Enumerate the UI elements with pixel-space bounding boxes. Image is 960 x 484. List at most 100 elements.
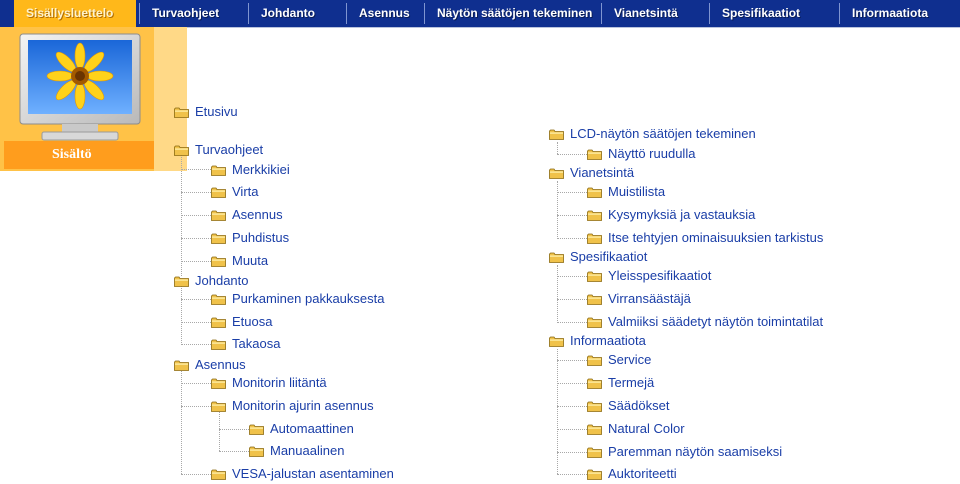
- folder-icon: [211, 469, 226, 480]
- tree-connector: [181, 344, 211, 345]
- folder-icon: [549, 129, 564, 140]
- folder-icon: [587, 294, 602, 305]
- folder-icon: [587, 271, 602, 282]
- tree-item-label: Yleisspesifikaatiot: [608, 268, 712, 283]
- tree-connector: [557, 474, 587, 475]
- tree-connector: [181, 383, 211, 384]
- tree-connector: [557, 349, 558, 474]
- tree-connector: [219, 429, 249, 430]
- tree-item-label: Muuta: [232, 253, 269, 268]
- tree-connector: [557, 299, 587, 300]
- tree-item-label: Spesifikaatiot: [570, 249, 648, 264]
- nav-tab-contents[interactable]: Sisällysluettelo: [14, 0, 136, 27]
- tree-connector: [557, 181, 558, 239]
- folder-icon: [587, 355, 602, 366]
- nav-tab-information[interactable]: Informaatiota: [840, 0, 960, 27]
- tree-connector: [557, 142, 558, 154]
- folder-icon: [587, 210, 602, 221]
- tree-item-label: Valmiiksi säädetyt näytön toimintatilat: [608, 314, 824, 329]
- tree-item-label: Etusivu: [195, 104, 238, 119]
- tree-item-label: Natural Color: [608, 421, 685, 436]
- tree-connector: [181, 282, 182, 345]
- tree-item-label: Manuaalinen: [270, 443, 345, 458]
- nav-tab-safety[interactable]: Turvaohjeet: [140, 0, 247, 27]
- tree-item-label: VESA-jalustan asentaminen: [232, 466, 394, 481]
- tree-item-label: Monitorin ajurin asennus: [232, 398, 374, 413]
- tree-item-label: Näyttö ruudulla: [608, 146, 696, 161]
- tree-connector: [557, 192, 587, 193]
- folder-icon: [174, 276, 189, 287]
- folder-icon: [174, 107, 189, 118]
- tree-connector: [181, 299, 211, 300]
- monitor-sunflower-icon: [19, 33, 141, 141]
- folder-icon: [587, 317, 602, 328]
- folder-icon: [211, 165, 226, 176]
- tree-connector: [557, 276, 587, 277]
- folder-icon: [174, 360, 189, 371]
- tree-connector: [557, 406, 587, 407]
- folder-icon: [549, 252, 564, 263]
- folder-icon: [211, 378, 226, 389]
- tree-item-label: Paremman näytön saamiseksi: [608, 444, 783, 459]
- tree-item-label: Vianetsintä: [570, 165, 635, 180]
- tree-item-label: Purkaminen pakkauksesta: [232, 291, 385, 306]
- folder-icon: [211, 339, 226, 350]
- nav-tab-setup[interactable]: Asennus: [347, 0, 423, 27]
- tree-connector: [557, 322, 587, 323]
- nav-tab-adjusting-display[interactable]: Näytön säätöjen tekeminen: [425, 0, 600, 27]
- nav-tab-introduction[interactable]: Johdanto: [249, 0, 345, 27]
- tree-item-label: Etuosa: [232, 314, 273, 329]
- nav-tab-troubleshooting[interactable]: Vianetsintä: [602, 0, 708, 27]
- header-label: Sisältö: [4, 141, 154, 169]
- tree-connector: [557, 265, 558, 323]
- tree-item-label: Asennus: [195, 357, 246, 372]
- tree-connector: [181, 215, 211, 216]
- folder-icon: [587, 378, 602, 389]
- folder-icon: [249, 446, 264, 457]
- tree-item-label: Asennus: [232, 207, 283, 222]
- top-navigation-bar: Sisällysluettelo Turvaohjeet Johdanto As…: [0, 0, 960, 28]
- tree-item-label: Kysymyksiä ja vastauksia: [608, 207, 756, 222]
- folder-icon: [587, 187, 602, 198]
- tree-item-label: Johdanto: [195, 273, 249, 288]
- folder-icon: [211, 294, 226, 305]
- tree-item-label: Merkkikiei: [232, 162, 290, 177]
- folder-icon: [549, 168, 564, 179]
- tree-item-label: Turvaohjeet: [195, 142, 264, 157]
- folder-icon: [174, 145, 189, 156]
- tree-connector: [557, 360, 587, 361]
- folder-icon: [211, 256, 226, 267]
- tree-connector: [181, 238, 211, 239]
- tree-connector: [181, 261, 211, 262]
- nav-tab-specifications[interactable]: Spesifikaatiot: [710, 0, 838, 27]
- tree-item-label: Informaatiota: [570, 333, 646, 348]
- tree-connector: [557, 154, 587, 155]
- tree-item-label: Auktoriteetti: [608, 466, 677, 481]
- tree-item-label: Virta: [232, 184, 259, 199]
- tree-connector: [557, 452, 587, 453]
- tree-item-label: Takaosa: [232, 336, 281, 351]
- tree-connector: [219, 451, 249, 452]
- tree-connector: [181, 169, 211, 170]
- tree-connector: [557, 238, 587, 239]
- tree-item-label: Virransäästäjä: [608, 291, 691, 306]
- tree-item-label: Säädökset: [608, 398, 670, 413]
- folder-icon: [587, 149, 602, 160]
- tree-connector: [181, 406, 211, 407]
- folder-icon: [211, 187, 226, 198]
- tree-item-label: Automaattinen: [270, 421, 354, 436]
- tree-connector: [557, 215, 587, 216]
- tree-item-label: LCD-näytön säätöjen tekeminen: [570, 126, 756, 141]
- folder-icon: [249, 424, 264, 435]
- tree-item-label: Monitorin liitäntä: [232, 375, 327, 390]
- tree-item-label: Service: [608, 352, 652, 367]
- folder-icon: [549, 336, 564, 347]
- tree-connector: [181, 192, 211, 193]
- tree-connector: [557, 383, 587, 384]
- folder-icon: [211, 233, 226, 244]
- tree-item-label: Termejä: [608, 375, 655, 390]
- folder-icon: [211, 401, 226, 412]
- tree-item-label: Itse tehtyjen ominaisuuksien tarkistus: [608, 230, 824, 245]
- tree-connector: [181, 322, 211, 323]
- tree-connector: [181, 474, 211, 475]
